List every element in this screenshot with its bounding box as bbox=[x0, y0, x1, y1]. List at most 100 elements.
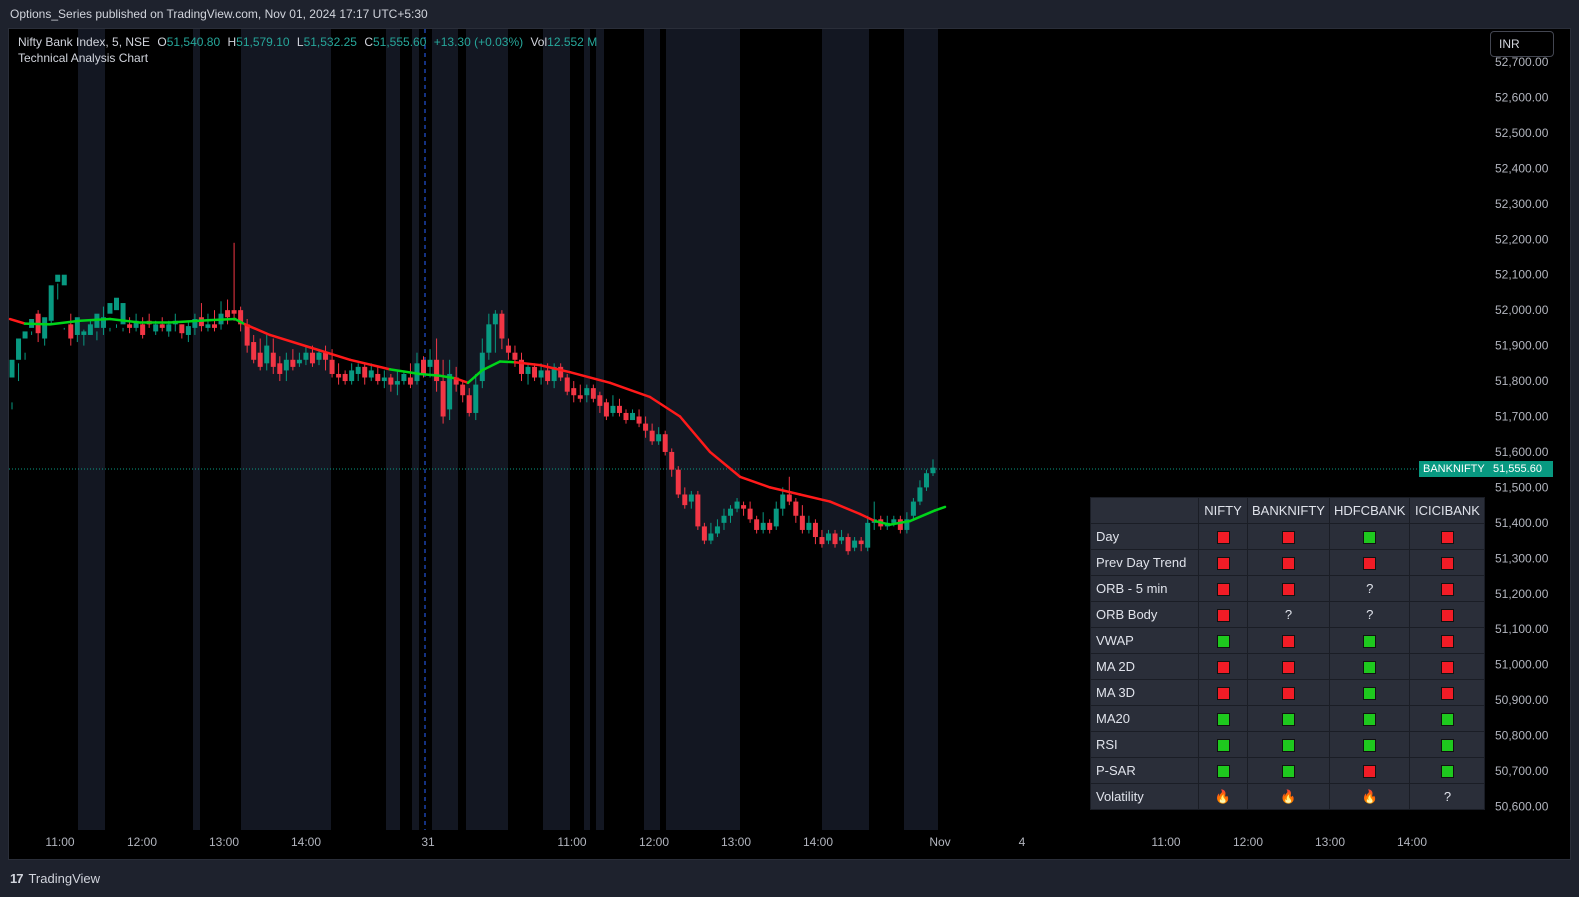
session-shade-1 bbox=[193, 29, 200, 830]
signal-cell-banknifty bbox=[1247, 575, 1330, 602]
candle-body bbox=[858, 540, 864, 545]
price-tick-label: 52,300.00 bbox=[1495, 197, 1549, 211]
unknown-signal: ? bbox=[1366, 607, 1374, 622]
candle bbox=[205, 313, 211, 332]
signal-cell-nifty bbox=[1198, 523, 1248, 550]
price-tick-label: 51,600.00 bbox=[1495, 445, 1549, 459]
legend-subtitle: Technical Analysis Chart bbox=[18, 51, 149, 65]
candle-body bbox=[505, 345, 511, 353]
signal-row-label: MA20 bbox=[1090, 705, 1199, 732]
unknown-signal: ? bbox=[1366, 581, 1374, 596]
candle-body bbox=[636, 416, 642, 424]
price-tick-label: 51,800.00 bbox=[1495, 374, 1549, 388]
candle-body bbox=[479, 352, 485, 382]
candle-body bbox=[812, 522, 818, 538]
candle-body bbox=[225, 310, 231, 318]
price-tick-label: 52,100.00 bbox=[1495, 268, 1549, 282]
legend-vol-label: Vol bbox=[530, 35, 548, 49]
candle bbox=[518, 352, 524, 382]
candle bbox=[218, 301, 224, 330]
signal-row-label: Day bbox=[1090, 523, 1199, 550]
candle bbox=[571, 381, 577, 403]
legend-low-label: L bbox=[296, 35, 304, 49]
unknown-signal: ? bbox=[1284, 607, 1293, 622]
signal-cell-nifty bbox=[1198, 705, 1248, 732]
signal-cell-nifty bbox=[1198, 757, 1248, 784]
candle bbox=[107, 303, 113, 332]
signal-row-volatility: Volatility 🔥 🔥 🔥? bbox=[1090, 783, 1486, 810]
red-signal-square bbox=[1216, 583, 1230, 597]
candle bbox=[120, 303, 126, 332]
candle bbox=[179, 324, 185, 339]
red-signal-square bbox=[1281, 583, 1295, 597]
candle bbox=[590, 384, 596, 403]
candle-body bbox=[394, 381, 400, 385]
red-signal-square bbox=[1281, 661, 1295, 675]
signal-cell-hdfcbank bbox=[1328, 679, 1411, 706]
candle-body bbox=[87, 324, 93, 335]
ema-segment bbox=[78, 317, 112, 323]
candle-body bbox=[388, 377, 394, 385]
signal-row-prev-day-trend: Prev Day Trend bbox=[1090, 549, 1486, 576]
candle-body bbox=[336, 373, 342, 378]
candle-body bbox=[852, 540, 858, 548]
session-shade-11 bbox=[666, 29, 740, 830]
signal-cell-icicibank bbox=[1409, 653, 1486, 680]
signal-row-label: ORB - 5 min bbox=[1090, 575, 1199, 602]
candle-body bbox=[747, 508, 753, 520]
signal-cell-banknifty: ? bbox=[1247, 601, 1330, 628]
candle bbox=[812, 519, 818, 545]
session-shade-2 bbox=[241, 29, 331, 830]
candle bbox=[525, 363, 531, 385]
candle bbox=[616, 398, 622, 417]
signal-row-label: MA 2D bbox=[1090, 653, 1199, 680]
candle-body bbox=[728, 508, 734, 516]
signal-cell-banknifty bbox=[1247, 523, 1330, 550]
candle bbox=[760, 512, 766, 534]
candle-body bbox=[825, 533, 831, 541]
candle-body bbox=[643, 423, 649, 431]
signal-cell-nifty bbox=[1198, 679, 1248, 706]
tradingview-logo[interactable]: 17 TradingView bbox=[10, 871, 100, 886]
candle-body bbox=[923, 473, 929, 488]
green-signal-square bbox=[1440, 713, 1454, 727]
red-signal-square bbox=[1216, 661, 1230, 675]
candle bbox=[603, 398, 609, 421]
candle-body bbox=[127, 324, 133, 328]
signal-row-vwap: VWAP bbox=[1090, 627, 1486, 654]
candle bbox=[68, 313, 74, 346]
currency-button[interactable]: INR bbox=[1490, 31, 1554, 57]
candle-body bbox=[623, 412, 629, 421]
ema-segment bbox=[738, 475, 772, 489]
time-tick-label: 11:00 bbox=[557, 835, 586, 849]
price-tick-label: 52,400.00 bbox=[1495, 161, 1549, 175]
candle-body bbox=[401, 373, 407, 382]
price-tick-label: 50,700.00 bbox=[1495, 764, 1549, 778]
legend-open-value: 51,540.80 bbox=[166, 35, 221, 49]
price-tick-label: 51,200.00 bbox=[1495, 587, 1549, 601]
signal-row-label: Prev Day Trend bbox=[1090, 549, 1199, 576]
signal-row-ma20: MA20 bbox=[1090, 705, 1486, 732]
red-signal-square bbox=[1216, 531, 1230, 545]
signal-row-rsi: RSI bbox=[1090, 731, 1486, 758]
legend-high-label: H bbox=[227, 35, 237, 49]
green-signal-square bbox=[1281, 713, 1295, 727]
session-shade-4 bbox=[412, 29, 419, 830]
red-signal-square bbox=[1281, 635, 1295, 649]
candle bbox=[636, 409, 642, 428]
candle-body bbox=[630, 412, 636, 421]
green-signal-square bbox=[1363, 635, 1377, 649]
price-tick-label: 51,300.00 bbox=[1495, 551, 1549, 565]
green-signal-square bbox=[1216, 739, 1230, 753]
price-tick-label: 51,700.00 bbox=[1495, 410, 1549, 424]
legend-vol-value: 12.552 M bbox=[547, 35, 598, 49]
candle-body bbox=[512, 352, 518, 360]
signal-row-label: Volatility bbox=[1090, 783, 1199, 810]
candle-body bbox=[329, 359, 335, 374]
green-signal-square bbox=[1363, 687, 1377, 701]
candle-body bbox=[447, 373, 453, 410]
candle-body bbox=[244, 324, 250, 346]
green-signal-square bbox=[1440, 739, 1454, 753]
candle bbox=[793, 498, 799, 523]
candle-body bbox=[434, 359, 440, 382]
